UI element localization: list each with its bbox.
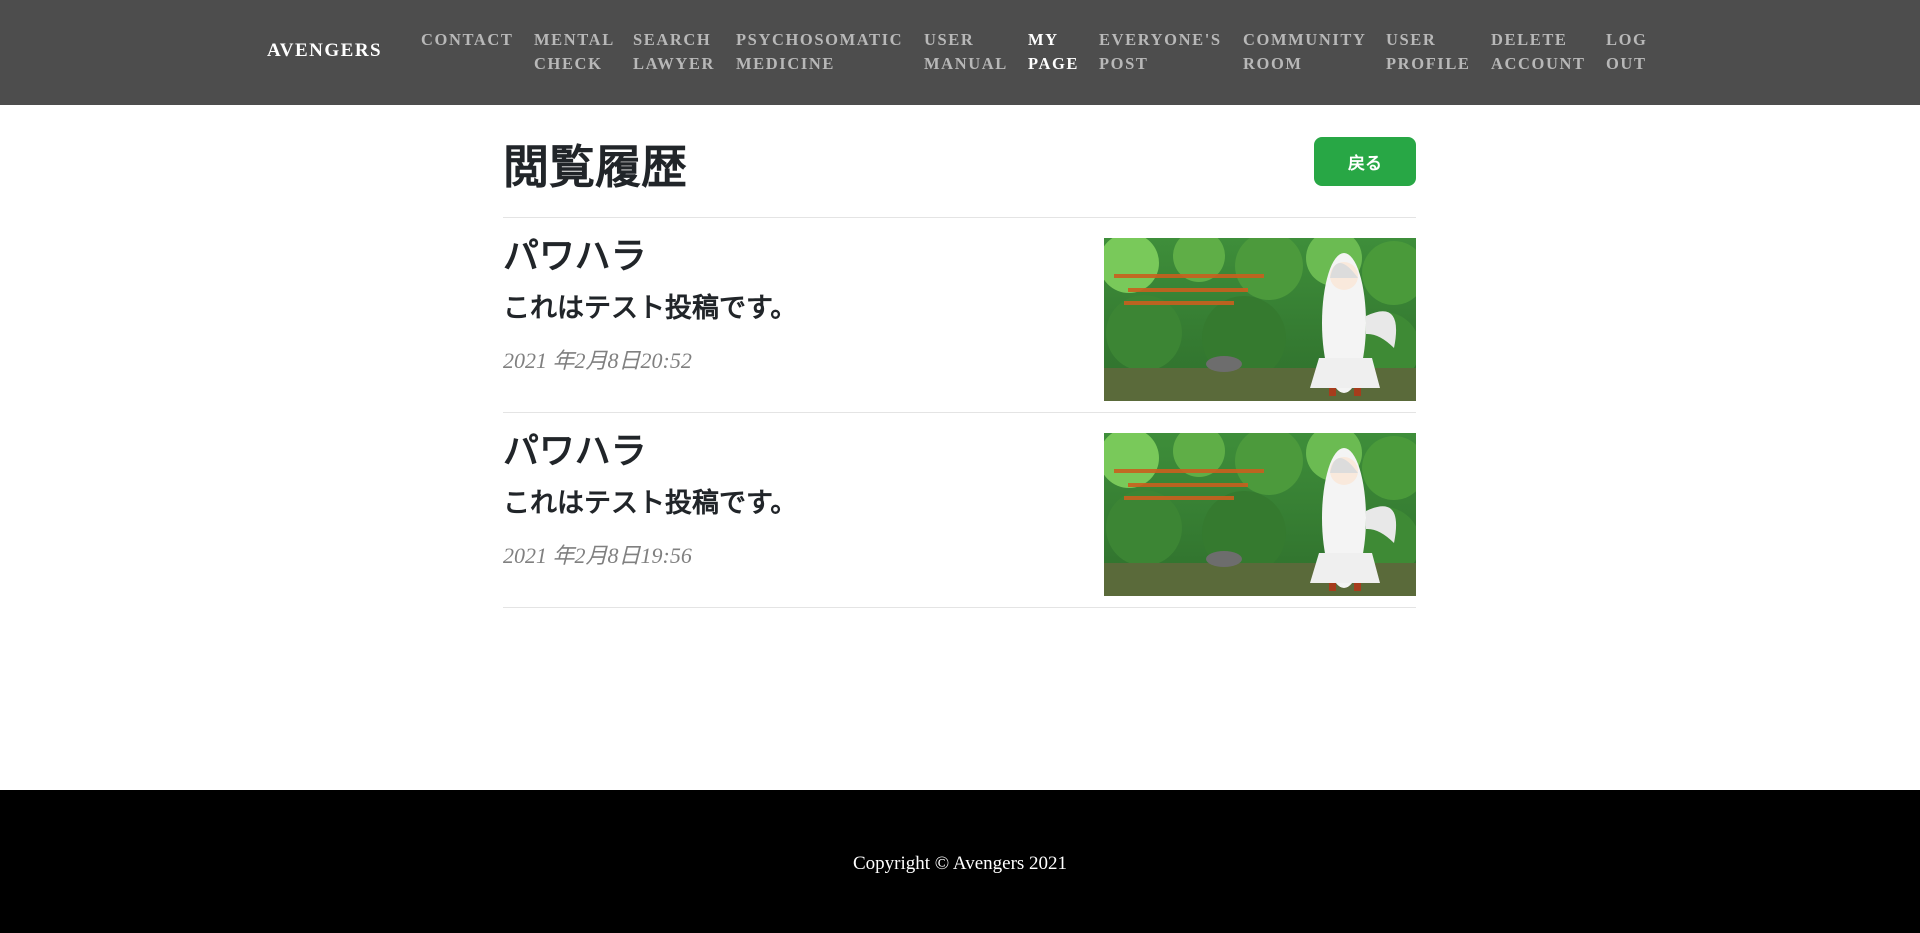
divider	[503, 412, 1416, 413]
post-title[interactable]: パワハラ	[503, 430, 647, 474]
post-thumbnail-art	[1104, 238, 1416, 401]
nav-item-user-profile[interactable]: USER PROFILE	[1386, 28, 1471, 76]
post-thumbnail-art	[1104, 433, 1416, 596]
nav-item-search-lawyer[interactable]: SEARCH LAWYER	[633, 28, 715, 76]
nav-item-contact[interactable]: CONTACT	[421, 28, 513, 52]
page-title: 閲覧履歴	[503, 140, 687, 194]
post-thumbnail[interactable]	[1104, 238, 1416, 401]
brand-logo[interactable]: AVENGERS	[267, 40, 382, 62]
divider	[503, 217, 1416, 218]
post-date: 2021 年2月8日20:52	[503, 348, 692, 373]
post-title[interactable]: パワハラ	[503, 235, 647, 279]
navbar: AVENGERS CONTACT MENTAL CHECK SEARCH LAW…	[0, 0, 1920, 105]
post-body: これはテスト投稿です。	[503, 293, 798, 324]
nav-item-user-manual[interactable]: USER MANUAL	[924, 28, 1008, 76]
nav-item-psychosomatic-medicine[interactable]: PSYCHOSOMATIC MEDICINE	[736, 28, 903, 76]
nav-item-my-page[interactable]: MY PAGE	[1028, 28, 1079, 76]
nav-item-everyones-post[interactable]: EVERYONE'S POST	[1099, 28, 1222, 76]
nav-item-log-out[interactable]: LOG OUT	[1606, 28, 1647, 76]
post-thumbnail[interactable]	[1104, 433, 1416, 596]
nav-item-delete-account[interactable]: DELETE ACCOUNT	[1491, 28, 1586, 76]
post-body: これはテスト投稿です。	[503, 488, 798, 519]
nav-item-mental-check[interactable]: MENTAL CHECK	[534, 28, 615, 76]
nav-item-community-room[interactable]: COMMUNITY ROOM	[1243, 28, 1366, 76]
copyright-text: Copyright © Avengers 2021	[852, 853, 1068, 874]
post-date: 2021 年2月8日19:56	[503, 543, 692, 568]
back-button[interactable]: 戻る	[1314, 137, 1416, 186]
divider	[503, 607, 1416, 608]
footer: Copyright © Avengers 2021	[0, 790, 1920, 933]
